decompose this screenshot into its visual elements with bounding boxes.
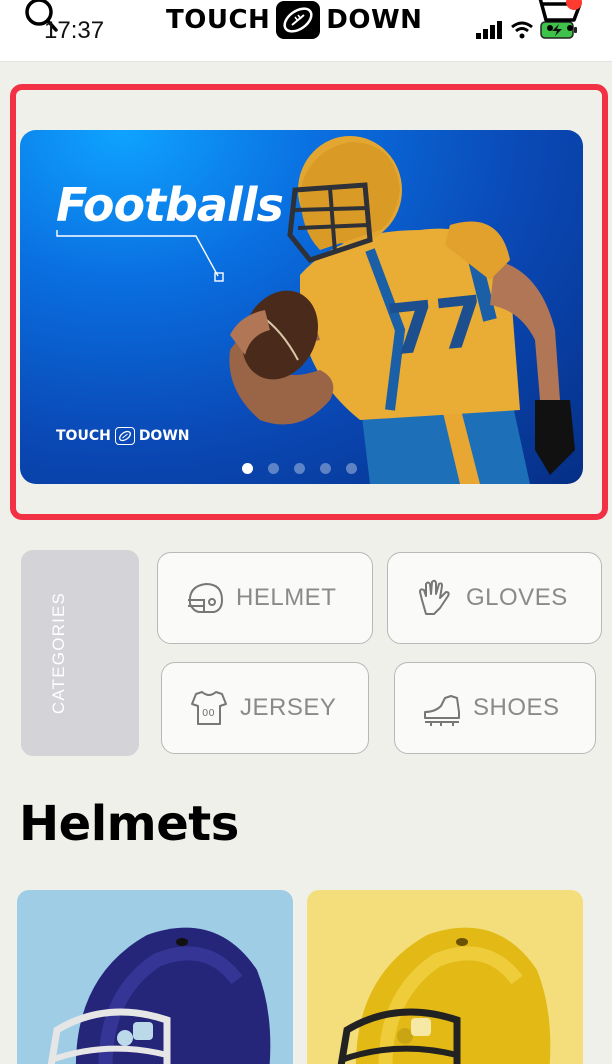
svg-text:77: 77 [383,280,488,372]
category-label: GLOVES [466,584,568,611]
signal-icon [476,21,502,39]
brand-word-left: TOUCH [166,5,271,35]
top-bar: 17:37 TOUCH DOWN [0,0,612,62]
product-card-navy-helmet[interactable] [17,890,293,1064]
brand-word-right: DOWN [326,5,423,35]
football-icon [114,427,135,445]
category-gloves-button[interactable]: GLOVES [387,552,602,644]
football-icon [276,1,321,39]
banner-brand: TOUCH DOWN [56,427,190,445]
svg-text:00: 00 [202,708,215,719]
helmet-icon [188,582,224,613]
product-card-yellow-helmet[interactable] [307,890,583,1064]
status-time: 17:37 [44,17,105,44]
helmet-image [337,927,551,1064]
carousel-dot[interactable] [346,463,357,474]
carousel-dot[interactable] [242,463,253,474]
categories-tile[interactable] [21,550,139,756]
carousel-dot[interactable] [320,463,331,474]
shoe-icon [424,695,460,726]
glove-icon [419,579,450,615]
category-shoes-button[interactable]: SHOES [394,662,596,754]
football-player-image: 77 [229,136,575,484]
section-title: Helmets [19,796,239,852]
jersey-icon: 00 [191,691,227,725]
category-label: HELMET [236,584,337,611]
banner-brand-left: TOUCH [56,428,111,444]
category-jersey-button[interactable]: 00 JERSEY [161,662,369,754]
carousel-dot[interactable] [294,463,305,474]
carousel-dots [242,463,357,474]
carousel-dot[interactable] [268,463,279,474]
category-label: SHOES [473,694,560,721]
brand-logo[interactable]: TOUCH DOWN [166,0,422,40]
promo-banner[interactable]: Footballs 77 TOUCH DOWN [20,130,583,484]
helmet-image [47,927,271,1064]
banner-brand-right: DOWN [138,428,190,444]
category-label: JERSEY [240,694,337,721]
categories-label: CATEGORIES [49,591,68,715]
category-helmet-button[interactable]: HELMET [157,552,373,644]
